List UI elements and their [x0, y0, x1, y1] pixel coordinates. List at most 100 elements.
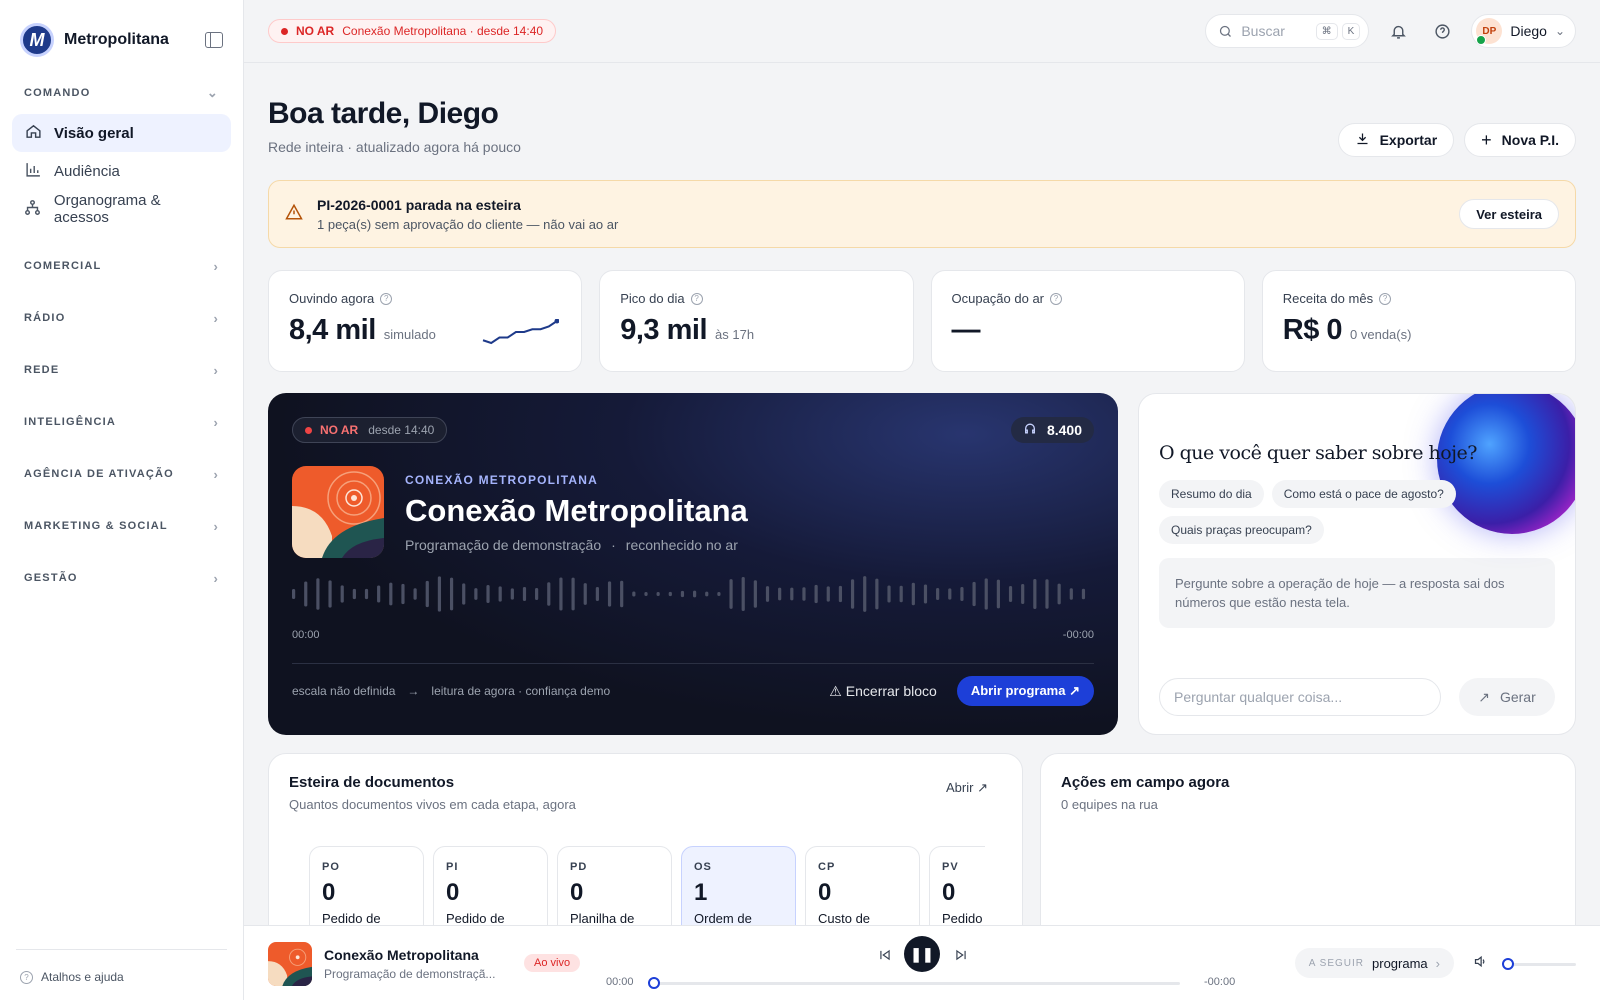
waveform-bar — [911, 582, 915, 606]
help-icon: ? — [20, 970, 33, 984]
waveform-bar — [936, 588, 940, 600]
warning-icon — [285, 203, 303, 226]
divider — [292, 663, 1094, 664]
waveform-bar — [850, 579, 855, 609]
waveform-bar — [449, 577, 454, 611]
waveform-bar — [802, 587, 806, 601]
brand-name: Metropolitana — [64, 31, 169, 48]
help-link[interactable]: ? Atalhos e ajuda — [20, 970, 124, 984]
waveform-bar — [778, 587, 782, 601]
info-icon[interactable]: ? — [690, 292, 703, 305]
chevron-right-icon: › — [213, 258, 219, 274]
waveform-bar — [863, 576, 867, 612]
up-next-button[interactable]: A SEGUIR programa › — [1294, 948, 1454, 978]
section-comercial[interactable]: COMERCIAL › — [0, 240, 243, 292]
nav-item-label: Organograma & acessos — [53, 192, 161, 226]
export-button[interactable]: Exportar — [1337, 123, 1455, 157]
open-program-button[interactable]: Abrir programa ↗ — [956, 676, 1094, 706]
stage-name: Planilha de — [570, 911, 635, 926]
waveform-bar — [498, 586, 502, 602]
onair-detail: Conexão Metropolitana · desde 14:40 — [342, 24, 544, 38]
suggestion-chip[interactable]: Quais praças preocupam? — [1159, 516, 1324, 544]
section-label: GESTÃO — [24, 572, 78, 584]
user-menu[interactable]: DP Diego ⌄ — [1471, 14, 1576, 48]
generate-button[interactable]: ↗ Gerar — [1459, 678, 1555, 716]
chevron-right-icon: › — [213, 518, 219, 534]
kpi-card-occupancy[interactable]: Ocupação do ar? — — [930, 270, 1245, 372]
generate-label: Gerar — [1499, 689, 1536, 705]
waveform-bar — [571, 577, 575, 611]
suggestion-chip[interactable]: Resumo do dia — [1159, 480, 1264, 508]
waveform-bar — [389, 582, 393, 606]
listeners-count: 8.400 — [1046, 422, 1082, 438]
waveform-bar — [668, 591, 672, 597]
progress-bar[interactable] — [648, 977, 1180, 989]
section-inteligencia[interactable]: INTELIGÊNCIA › — [0, 396, 243, 448]
kpi-note: simulado — [383, 327, 436, 342]
help-circle-icon[interactable] — [1427, 16, 1457, 46]
waveform[interactable] — [292, 573, 1094, 615]
brand-logo[interactable]: M — [20, 23, 54, 57]
waveform-bar — [972, 581, 976, 607]
section-rede[interactable]: REDE › — [0, 344, 243, 396]
onair-badge[interactable]: NO AR Conexão Metropolitana · desde 14:4… — [268, 19, 557, 43]
info-icon[interactable]: ? — [1050, 292, 1063, 305]
stage-code: PV — [942, 861, 959, 873]
ai-prompt-input[interactable]: Perguntar qualquer coisa... — [1159, 678, 1441, 716]
waveform-bar — [607, 581, 612, 607]
open-pipeline-link[interactable]: Abrir ↗ — [946, 780, 988, 796]
kpi-card-revenue[interactable]: Receita do mês? R$ 0 0 venda(s) — [1261, 270, 1576, 372]
waveform-bar — [814, 584, 818, 604]
new-pi-button[interactable]: + Nova P.I. — [1464, 123, 1576, 157]
kpi-card-peak[interactable]: Pico do dia? 9,3 mil às 17h — [599, 270, 914, 372]
mini-time-end: -00:00 — [1204, 976, 1236, 988]
waveform-bar — [316, 578, 320, 610]
info-icon[interactable]: ? — [1379, 292, 1392, 305]
volume-icon[interactable] — [1473, 954, 1488, 972]
pause-button[interactable]: ❚❚ — [904, 936, 940, 972]
end-block-button[interactable]: ⚠ Encerrar bloco — [829, 683, 937, 700]
warning-icon: ⚠ — [829, 682, 842, 699]
waveform-bar — [826, 586, 830, 602]
waveform-bar — [595, 586, 599, 602]
nav-item-visao-geral[interactable]: Visão geral — [12, 114, 231, 152]
section-gestao[interactable]: GESTÃO › — [0, 552, 243, 604]
kpi-card-listening[interactable]: Ouvindo agora? 8,4 mil simulado — [268, 270, 583, 372]
suggestion-chip[interactable]: Como está o pace de agosto? — [1271, 480, 1456, 508]
progress-knob[interactable] — [648, 977, 660, 989]
view-pipeline-button[interactable]: Ver esteira — [1459, 199, 1559, 229]
info-icon[interactable]: ? — [380, 292, 393, 305]
nav-item-organograma[interactable]: Organograma & acessos — [12, 190, 231, 228]
waveform-bar — [717, 592, 721, 596]
onair-label: NO AR — [296, 24, 335, 38]
alert-description: 1 peça(s) sem aprovação do cliente — não… — [317, 216, 619, 232]
ai-response-area: Pergunte sobre a operação de hoje — a re… — [1159, 558, 1555, 628]
stage-code: OS — [694, 861, 712, 873]
section-radio[interactable]: RÁDIO › — [0, 292, 243, 344]
live-badge: NO AR desde 14:40 — [292, 417, 448, 443]
waveform-bar — [875, 578, 879, 610]
section-label: REDE — [24, 364, 60, 376]
section-marketing[interactable]: MARKETING & SOCIAL › — [0, 500, 243, 552]
waveform-bar — [1081, 588, 1086, 600]
volume-slider[interactable] — [1502, 958, 1576, 970]
sidebar-toggle-icon[interactable] — [205, 32, 223, 48]
waveform-bar — [352, 588, 356, 600]
new-pi-label: Nova P.I. — [1501, 132, 1559, 148]
kpi-label: Ocupação do ar — [951, 291, 1045, 306]
nav-item-audiencia[interactable]: Audiência — [12, 152, 231, 190]
section-agencia[interactable]: AGÊNCIA DE ATIVAÇÃO › — [0, 448, 243, 500]
bell-icon[interactable] — [1383, 16, 1413, 46]
user-name: Diego — [1510, 23, 1547, 39]
search-input[interactable]: Buscar ⌘ K — [1205, 14, 1370, 48]
waveform-bar — [292, 589, 296, 599]
section-comando[interactable]: COMANDO ⌄ — [0, 80, 243, 106]
volume-knob[interactable] — [1502, 958, 1514, 970]
skip-back-icon[interactable] — [878, 948, 892, 965]
skip-forward-icon[interactable] — [954, 948, 968, 965]
help-label: Atalhos e ajuda — [41, 970, 124, 984]
chevron-right-icon: › — [1435, 955, 1440, 971]
kpi-note: 0 venda(s) — [1350, 327, 1412, 342]
waveform-bar — [1033, 578, 1037, 610]
section-label: INTELIGÊNCIA — [24, 416, 117, 428]
